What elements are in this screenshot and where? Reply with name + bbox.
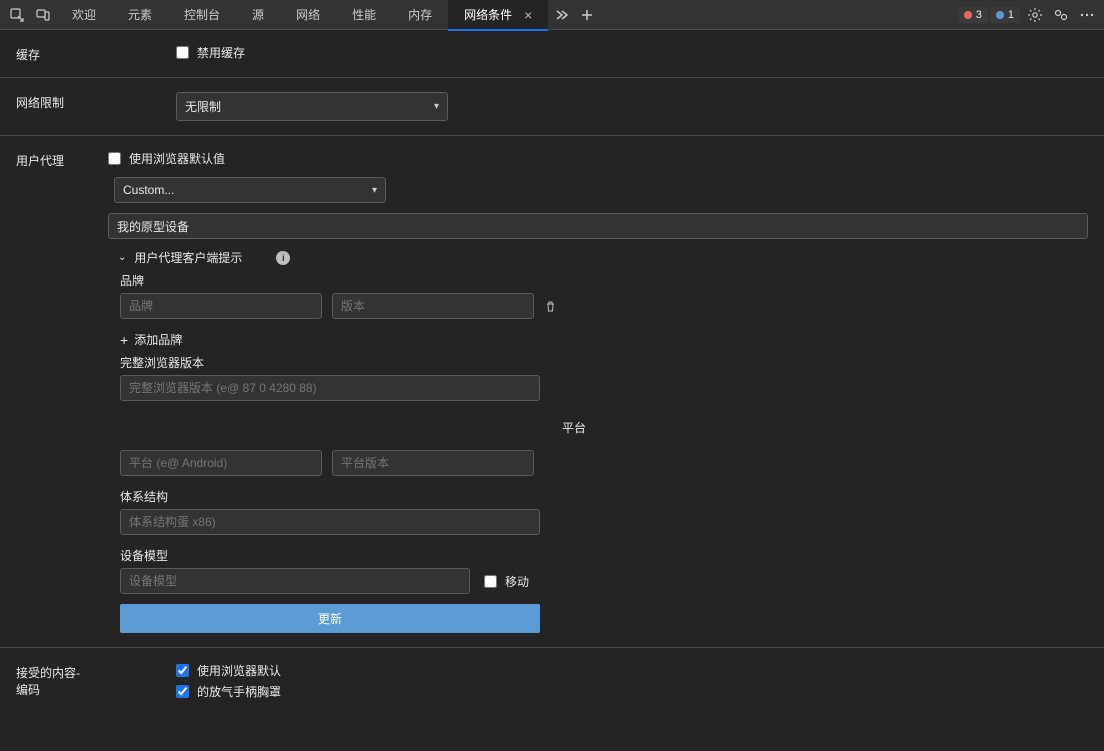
ua-hints-toggle[interactable]: ⌄ 用户代理客户端提示 i	[118, 249, 1088, 266]
info-icon[interactable]: i	[276, 251, 290, 265]
error-dot-icon	[964, 11, 972, 19]
cache-label: 缓存	[16, 44, 176, 63]
platform-input[interactable]	[120, 450, 322, 476]
encodings-label: 接受的内容- 编码	[16, 662, 176, 698]
ua-preset-select[interactable]: Custom... ▾	[114, 177, 386, 203]
brand-label: 品牌	[120, 272, 1088, 289]
encodings-row: 接受的内容- 编码 使用浏览器默认 的放气手柄胸罩	[0, 648, 1104, 706]
tab-network-conditions[interactable]: 网络条件 ×	[448, 0, 548, 30]
add-brand-button[interactable]: + 添加品牌	[120, 331, 1088, 348]
tab-console[interactable]: 控制台	[168, 0, 236, 30]
mobile-checkbox[interactable]: 移动	[484, 573, 529, 590]
settings-icon[interactable]	[1022, 0, 1048, 30]
tab-network[interactable]: 网络	[280, 0, 336, 30]
close-icon[interactable]: ×	[524, 7, 532, 23]
info-dot-icon	[996, 11, 1004, 19]
ua-use-default-checkbox[interactable]: 使用浏览器默认值	[108, 150, 1088, 167]
encodings-default-checkbox[interactable]: 使用浏览器默认	[176, 662, 1088, 679]
encodings-deflate-input[interactable]	[176, 685, 189, 698]
plus-icon: +	[120, 332, 128, 348]
ua-use-default-input[interactable]	[108, 152, 121, 165]
devtools-toolbar: 欢迎 元素 控制台 源 网络 性能 内存 网络条件 × 3 1	[0, 0, 1104, 30]
user-agent-label: 用户代理	[16, 150, 108, 169]
more-icon[interactable]	[1074, 0, 1100, 30]
chevron-down-icon: ▾	[372, 185, 377, 196]
device-model-input[interactable]	[120, 568, 470, 594]
tab-welcome[interactable]: 欢迎	[56, 0, 112, 30]
arch-label: 体系结构	[120, 488, 1088, 505]
trash-icon[interactable]	[544, 300, 557, 313]
ua-string-input[interactable]	[108, 213, 1088, 239]
disable-cache-checkbox[interactable]: 禁用缓存	[176, 44, 1088, 61]
encodings-default-input[interactable]	[176, 664, 189, 677]
full-version-label: 完整浏览器版本	[120, 354, 1088, 371]
encodings-deflate-checkbox[interactable]: 的放气手柄胸罩	[176, 683, 1088, 700]
brand-version-input[interactable]	[332, 293, 534, 319]
update-button[interactable]: 更新	[120, 604, 540, 633]
arch-input[interactable]	[120, 509, 540, 535]
full-version-input[interactable]	[120, 375, 540, 401]
activity-icon[interactable]	[1048, 0, 1074, 30]
error-counter[interactable]: 3	[958, 7, 988, 23]
throttle-row: 网络限制 无限制 ▾	[0, 78, 1104, 136]
platform-version-input[interactable]	[332, 450, 534, 476]
tab-memory[interactable]: 内存	[392, 0, 448, 30]
network-conditions-panel: 缓存 禁用缓存 网络限制 无限制 ▾ 用户代理 使用浏览器默认值 C	[0, 30, 1104, 706]
platform-label: 平台	[562, 419, 586, 436]
more-tabs-icon[interactable]	[548, 0, 574, 30]
chevron-down-icon: ⌄	[118, 252, 126, 263]
brand-name-input[interactable]	[120, 293, 322, 319]
tab-performance[interactable]: 性能	[336, 0, 392, 30]
device-mode-icon[interactable]	[30, 0, 56, 30]
device-model-label: 设备模型	[120, 547, 1088, 564]
mobile-input[interactable]	[484, 575, 497, 588]
cache-row: 缓存 禁用缓存	[0, 30, 1104, 78]
inspect-icon[interactable]	[4, 0, 30, 30]
throttle-label: 网络限制	[16, 92, 176, 111]
chevron-down-icon: ▾	[434, 101, 439, 112]
tab-elements[interactable]: 元素	[112, 0, 168, 30]
add-tab-icon[interactable]	[574, 0, 600, 30]
disable-cache-input[interactable]	[176, 46, 189, 59]
throttle-select[interactable]: 无限制 ▾	[176, 92, 448, 121]
user-agent-row: 用户代理 使用浏览器默认值 Custom... ▾ ⌄ 用户代理客户端提示 i	[0, 136, 1104, 648]
info-counter[interactable]: 1	[990, 7, 1020, 23]
tab-sources[interactable]: 源	[236, 0, 280, 30]
